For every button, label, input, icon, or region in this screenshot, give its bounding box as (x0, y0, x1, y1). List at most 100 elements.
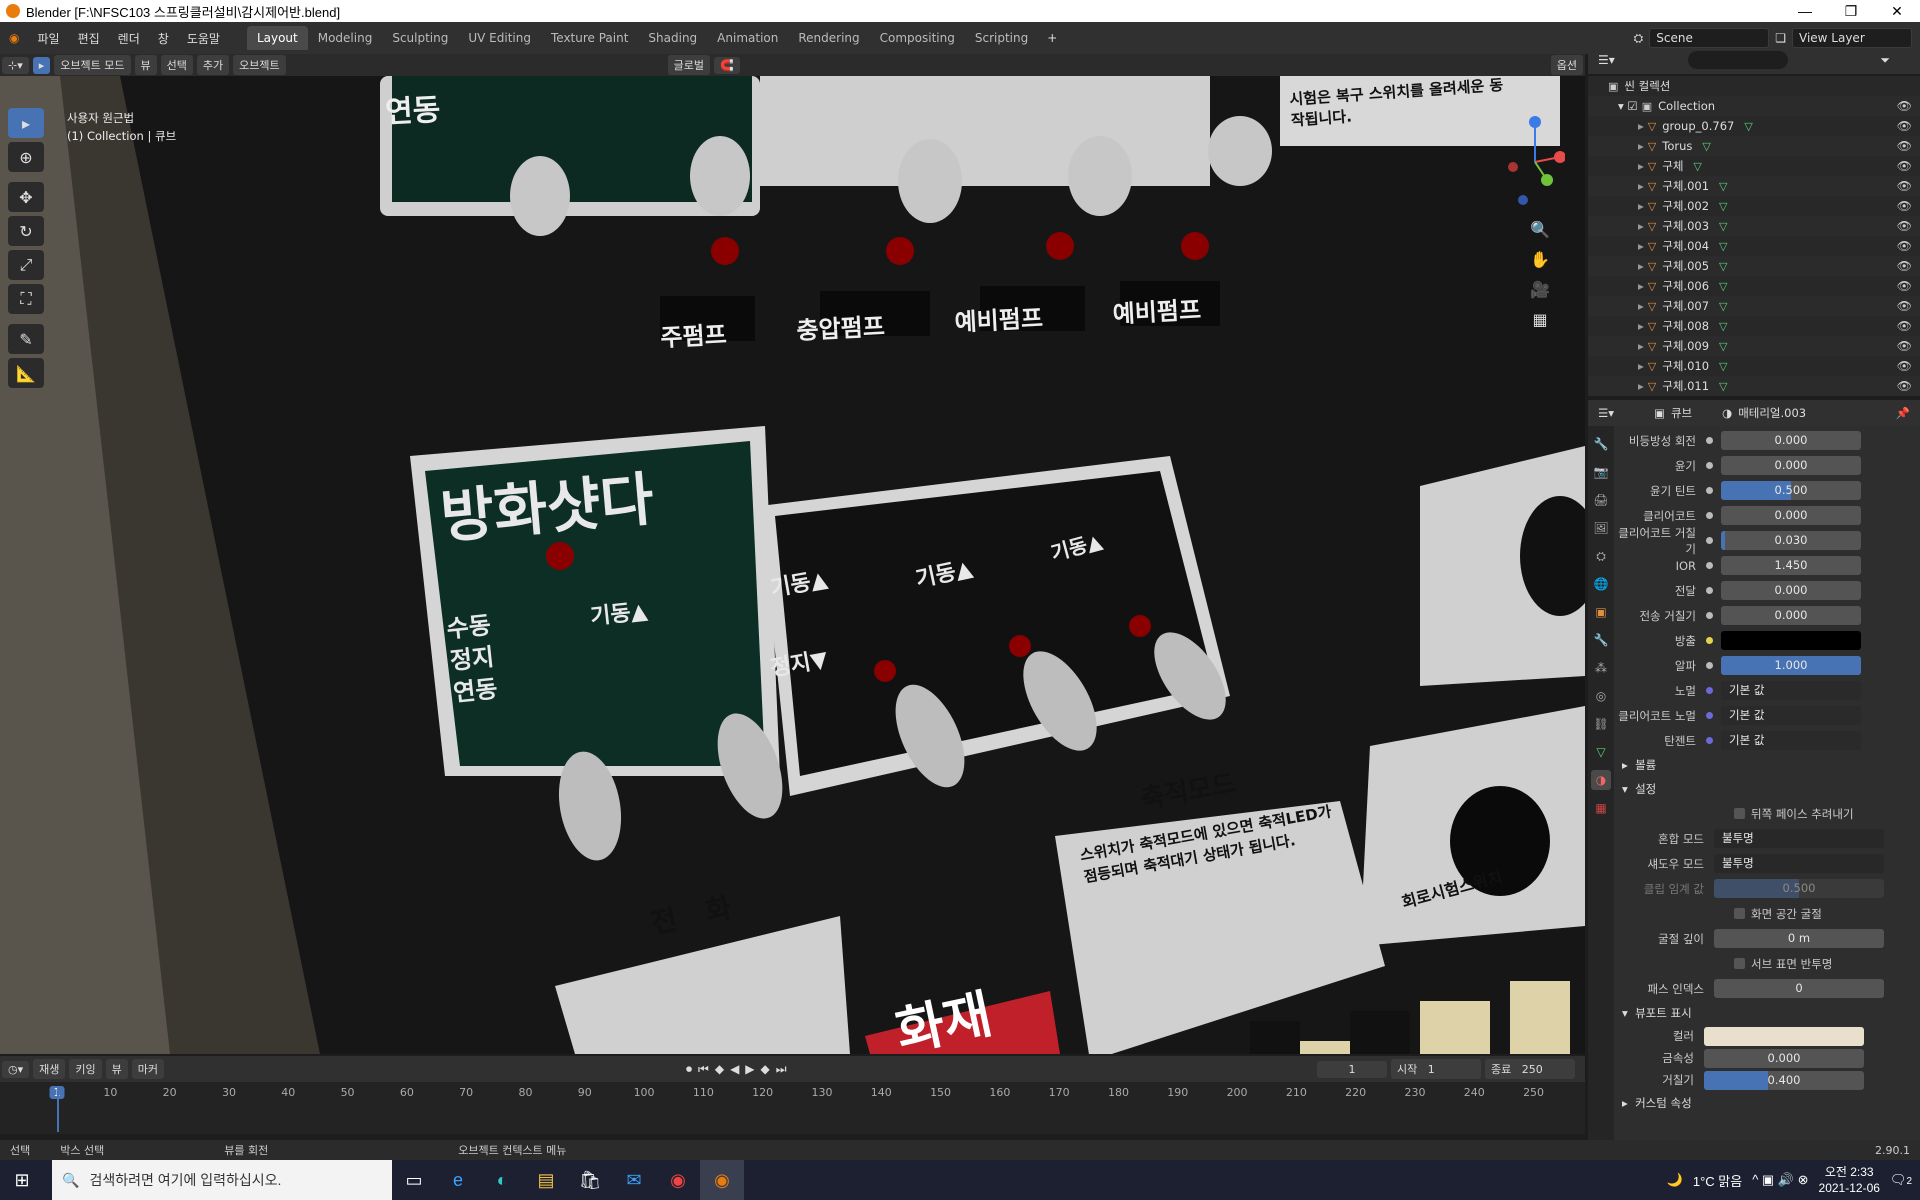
select-box-tool-icon[interactable]: ▸ (8, 108, 44, 138)
view-menu[interactable]: 뷰 (105, 1059, 128, 1079)
scene-collection-row[interactable]: ▣ 씬 컬렉션 (1588, 76, 1920, 96)
socket-icon[interactable] (1706, 562, 1713, 569)
roughness-field[interactable]: 0.400 (1704, 1070, 1864, 1090)
outliner-item[interactable]: ▸ ▽ 구체.011 ▽ 👁 (1588, 376, 1920, 396)
jump-start-icon[interactable]: ⏮ (698, 1062, 709, 1077)
file-explorer-icon[interactable]: ▤ (524, 1160, 568, 1200)
outliner-item[interactable]: ▸ ▽ 구체.009 ▽ 👁 (1588, 336, 1920, 356)
property-link-field[interactable]: 기본 값 (1721, 706, 1861, 725)
expand-icon[interactable]: ▸ (1638, 259, 1644, 273)
expand-icon[interactable]: ▸ (1638, 239, 1644, 253)
section-viewport-display[interactable]: ▾ 뷰포트 표시 (1614, 1001, 1920, 1025)
transform-orientation[interactable]: 글로벌 (667, 55, 710, 75)
view-layer-selector[interactable]: View Layer (1792, 28, 1912, 48)
blender-menu-icon[interactable]: ◉ (0, 31, 28, 45)
menu-view[interactable]: 뷰 (134, 55, 157, 75)
workspace-tab[interactable]: Modeling (308, 26, 383, 50)
tool-tab-icon[interactable]: 🔧 (1591, 434, 1611, 454)
expand-icon[interactable]: ▸ (1638, 279, 1644, 293)
options-dropdown[interactable]: 옵션 (1550, 55, 1583, 75)
socket-icon[interactable] (1706, 662, 1713, 669)
viewport-color-swatch[interactable] (1704, 1026, 1864, 1046)
socket-icon[interactable] (1706, 462, 1713, 469)
subsurface-translucency-checkbox[interactable]: 서브 표면 반투명 (1614, 951, 1920, 976)
data-tab-icon[interactable]: ▽ (1591, 742, 1611, 762)
measure-tool-icon[interactable]: 📐 (8, 358, 44, 388)
expand-icon[interactable]: ▸ (1638, 179, 1644, 193)
property-field[interactable]: 0.000 (1721, 581, 1861, 600)
next-key-icon[interactable]: ◆ (761, 1062, 770, 1077)
cursor-tool-icon[interactable]: ⊕ (8, 142, 44, 172)
outliner-item[interactable]: ▸ ▽ Torus ▽ 👁 (1588, 136, 1920, 156)
keying-menu[interactable]: 키잉 (69, 1059, 102, 1079)
property-field[interactable]: 1.000 (1721, 656, 1861, 675)
expand-icon[interactable]: ▸ (1638, 339, 1644, 353)
playback-menu[interactable]: 재생 (33, 1059, 66, 1079)
property-field[interactable]: 0.000 (1721, 606, 1861, 625)
pin-icon[interactable]: 📌 (1896, 406, 1910, 420)
pan-hand-icon[interactable]: ✋ (1515, 245, 1565, 275)
chrome-icon[interactable]: ◉ (656, 1160, 700, 1200)
screen-space-refraction-checkbox[interactable]: 화면 공간 굴절 (1614, 901, 1920, 926)
collection-row[interactable]: ▾ ☑ ▣ Collection 👁 (1588, 96, 1920, 116)
menu-item[interactable]: 창 (149, 30, 178, 47)
blend-mode-dropdown[interactable]: 불투명 (1714, 829, 1884, 848)
store-icon[interactable]: 🛍 (568, 1160, 612, 1200)
workspace-tab[interactable]: Texture Paint (541, 26, 638, 50)
prev-key-icon[interactable]: ◆ (715, 1062, 724, 1077)
workspace-tab[interactable]: Sculpting (382, 26, 458, 50)
grid-icon[interactable]: ▦ (1515, 305, 1565, 335)
workspace-tab[interactable]: Compositing (870, 26, 965, 50)
mode-dropdown[interactable]: 오브젝트 모드 (54, 55, 131, 75)
task-view-icon[interactable]: ▭ (392, 1160, 436, 1200)
socket-icon[interactable] (1706, 437, 1713, 444)
rotate-tool-icon[interactable]: ↻ (8, 216, 44, 246)
visibility-eye-icon[interactable]: 👁 (1897, 219, 1912, 233)
playhead[interactable] (57, 1086, 59, 1132)
start-frame-field[interactable]: 시작 1 (1391, 1059, 1481, 1079)
object-name[interactable]: 큐브 (1671, 405, 1692, 421)
outliner-item[interactable]: ▸ ▽ 구체.001 ▽ 👁 (1588, 176, 1920, 196)
visibility-eye-icon[interactable]: 👁 (1897, 319, 1912, 333)
visibility-eye-icon[interactable]: 👁 (1897, 159, 1912, 173)
metallic-field[interactable]: 0.000 (1704, 1048, 1864, 1068)
menu-item[interactable]: 도움말 (178, 30, 229, 47)
modifier-tab-icon[interactable]: 🔧 (1591, 630, 1611, 650)
camera-icon[interactable]: 🎥 (1515, 275, 1565, 305)
menu-select[interactable]: 선택 (160, 55, 193, 75)
scene-icon[interactable]: ⛭ (1634, 31, 1644, 46)
socket-icon[interactable] (1706, 512, 1713, 519)
timeline-type-icon[interactable]: ◷▾ (2, 1060, 30, 1078)
texture-tab-icon[interactable]: ▦ (1591, 798, 1611, 818)
property-field[interactable] (1721, 631, 1861, 650)
property-field[interactable]: 1.450 (1721, 556, 1861, 575)
refraction-depth-field[interactable]: 0 m (1714, 929, 1884, 948)
menu-item[interactable]: 렌더 (109, 30, 149, 47)
blender-taskbar-icon[interactable]: ◉ (700, 1160, 744, 1200)
output-tab-icon[interactable]: 🖨 (1591, 490, 1611, 510)
section-settings[interactable]: ▾ 설정 (1614, 777, 1920, 801)
maximize-icon[interactable]: ❐ (1828, 3, 1874, 20)
visibility-eye-icon[interactable]: 👁 (1897, 239, 1912, 253)
jump-end-icon[interactable]: ⏭ (776, 1062, 787, 1077)
editor-type-icon[interactable]: ⊹▾ (2, 56, 29, 74)
expand-icon[interactable]: ▸ (1638, 359, 1644, 373)
clip-threshold-field[interactable]: 0.500 (1714, 879, 1884, 898)
view-layer-tab-icon[interactable]: 🖼 (1591, 518, 1611, 538)
property-field[interactable]: 0.000 (1721, 456, 1861, 475)
move-tool-icon[interactable]: ✥ (8, 182, 44, 212)
property-link-field[interactable]: 기본 값 (1721, 681, 1861, 700)
menu-object[interactable]: 오브젝트 (233, 55, 286, 75)
section-volume[interactable]: ▸ 볼륨 (1614, 753, 1920, 777)
particles-tab-icon[interactable]: ⁂ (1591, 658, 1611, 678)
transform-tool-icon[interactable]: ⛶ (8, 284, 44, 314)
zoom-icon[interactable]: 🔍 (1515, 215, 1565, 245)
object-tab-icon[interactable]: ▣ (1591, 602, 1611, 622)
constraints-tab-icon[interactable]: ⛓ (1591, 714, 1611, 734)
outliner-item[interactable]: ▸ ▽ group_0.767 ▽ 👁 (1588, 116, 1920, 136)
property-field[interactable]: 0.030 (1721, 531, 1861, 550)
marker-menu[interactable]: 마커 (131, 1059, 164, 1079)
outliner-item[interactable]: ▸ ▽ 구체.002 ▽ 👁 (1588, 196, 1920, 216)
play-icon[interactable]: ▶ (745, 1062, 754, 1077)
outliner-item[interactable]: ▸ ▽ 구체 ▽ 👁 (1588, 156, 1920, 176)
